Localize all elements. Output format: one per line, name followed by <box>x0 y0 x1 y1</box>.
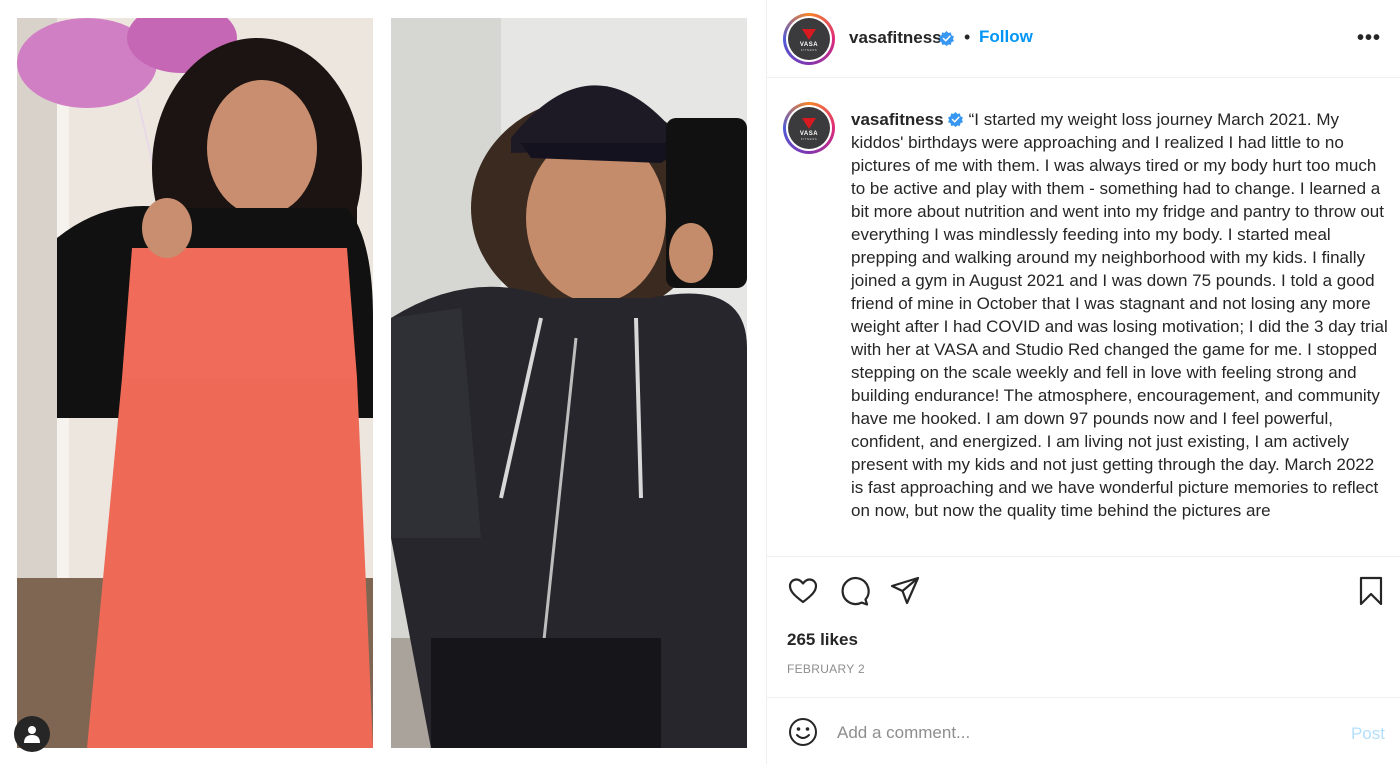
person-icon <box>24 726 40 743</box>
likes-count[interactable]: 265 likes <box>787 630 858 650</box>
post-header: VASA FITNESS vasafitness • Follow ••• <box>767 0 1400 78</box>
tagged-user-button[interactable] <box>14 716 50 752</box>
after-photo <box>391 18 747 748</box>
header-username-link[interactable]: vasafitness <box>849 28 942 48</box>
action-bar: 265 likes FEBRUARY 2 <box>767 556 1400 698</box>
vasa-logo: VASA FITNESS <box>788 18 830 60</box>
post-comment-button[interactable]: Post <box>1351 724 1385 744</box>
comment-bubble-icon[interactable] <box>838 575 870 607</box>
caption-username-link[interactable]: vasafitness <box>851 110 944 129</box>
comment-bar: Post <box>767 699 1400 764</box>
verified-badge-icon <box>939 31 954 46</box>
before-photo <box>17 18 373 748</box>
post-media[interactable] <box>0 0 766 764</box>
avatar[interactable]: VASA FITNESS <box>783 13 835 65</box>
caption-avatar[interactable]: VASA FITNESS <box>783 102 835 154</box>
follow-button[interactable]: Follow <box>979 27 1033 47</box>
more-options-button[interactable]: ••• <box>1357 27 1381 50</box>
bookmark-icon[interactable] <box>1355 575 1387 607</box>
comment-input[interactable] <box>837 719 1317 747</box>
smiley-icon[interactable] <box>787 716 819 748</box>
caption-scroll-area[interactable]: VASA FITNESS vasafitness “I started my we… <box>767 79 1400 556</box>
paper-plane-icon[interactable] <box>889 575 921 607</box>
heart-icon[interactable] <box>787 575 819 607</box>
vasa-logo: VASA FITNESS <box>788 107 830 149</box>
verified-badge-icon <box>947 112 963 127</box>
caption-body: “I started my weight loss journey March … <box>851 110 1388 520</box>
post-details-panel: VASA FITNESS vasafitness • Follow ••• VA… <box>766 0 1400 764</box>
separator-dot: • <box>964 27 971 47</box>
caption: vasafitness “I started my weight loss jou… <box>851 108 1391 522</box>
post-date[interactable]: FEBRUARY 2 <box>787 662 865 676</box>
